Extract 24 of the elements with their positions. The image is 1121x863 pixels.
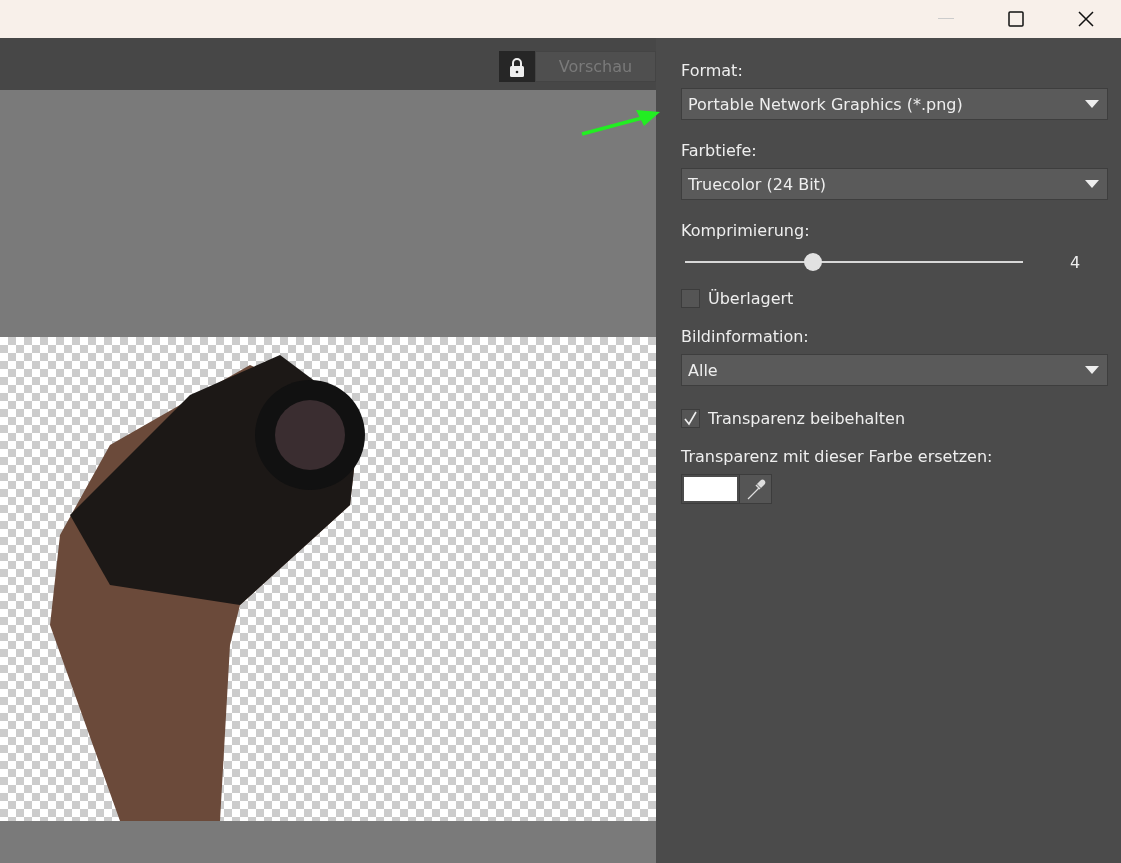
field-label: Farbtiefe: [681, 140, 758, 162]
field-label: Format: [681, 60, 744, 82]
field-label: Transparenz mit dieser Farbe ersetzen: [681, 446, 994, 468]
lock-icon [509, 56, 525, 77]
maximize-icon[interactable] [1008, 11, 1024, 27]
eyedropper-icon [745, 478, 766, 500]
close-icon[interactable] [1078, 11, 1094, 27]
dropdown-arrow-icon [1085, 180, 1099, 188]
dropdown-arrow-icon [1085, 366, 1099, 374]
slider-thumb[interactable] [804, 253, 823, 271]
field-label: Bildinformation: [681, 326, 810, 348]
checkbox[interactable] [681, 408, 700, 428]
eyedropper-button[interactable] [739, 474, 772, 504]
checkbox-label: Überlagert [708, 288, 794, 308]
lock-button[interactable] [499, 51, 535, 82]
dropdown[interactable]: Portable Network Graphics (*.png) [681, 88, 1108, 120]
dropdown-arrow-icon [1085, 100, 1099, 108]
checkmark-icon [683, 410, 698, 426]
dropdown[interactable]: Alle [681, 354, 1108, 386]
checkbox-label: Transparenz beibehalten [708, 408, 906, 428]
checkbox[interactable] [681, 288, 700, 308]
field-label: Komprimierung: [681, 220, 811, 242]
dropdown[interactable]: Truecolor (24 Bit) [681, 168, 1108, 200]
slider-value: 4 [1068, 252, 1082, 272]
